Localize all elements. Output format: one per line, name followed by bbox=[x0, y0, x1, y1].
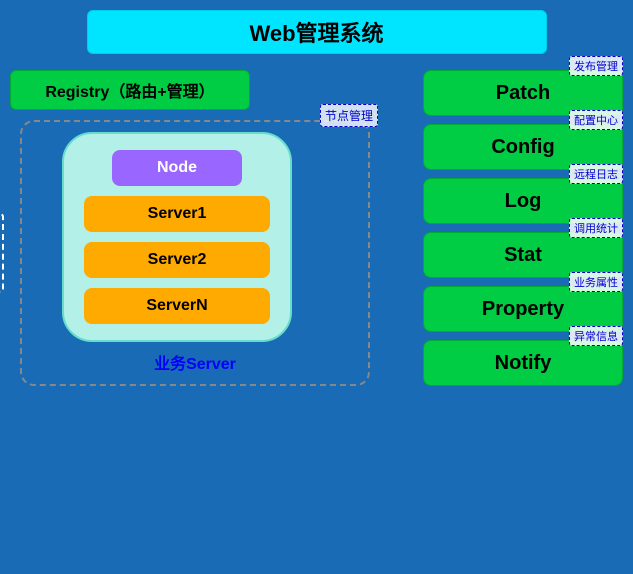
right-item-notify: 异常信息 Notify bbox=[423, 340, 623, 386]
serverN-box: ServerN bbox=[84, 288, 270, 324]
dashed-outer-box: 节点管理 Node Server1 Server2 ServerN bbox=[20, 120, 370, 386]
stat-tag: 调用统计 bbox=[569, 218, 623, 238]
cyan-container: Node Server1 Server2 ServerN bbox=[62, 132, 292, 342]
server2-box: Server2 bbox=[84, 242, 270, 278]
notify-box: Notify bbox=[423, 340, 623, 386]
node-mgmt-label: 节点管理 bbox=[320, 104, 378, 127]
notify-tag: 异常信息 bbox=[569, 326, 623, 346]
patch-tag: 发布管理 bbox=[569, 56, 623, 76]
right-section: 发布管理 Patch 配置中心 Config 远程日志 Log 调用统 bbox=[423, 70, 623, 394]
registry-label: Registry（路由+管理） bbox=[45, 78, 214, 102]
config-tag: 配置中心 bbox=[569, 110, 623, 130]
server1-box: Server1 bbox=[84, 196, 270, 232]
log-tag: 远程日志 bbox=[569, 164, 623, 184]
property-tag: 业务属性 bbox=[569, 272, 623, 292]
registry-box: Registry（路由+管理） bbox=[10, 70, 250, 110]
title-bar: Web管理系统 bbox=[87, 10, 547, 54]
main-container: Web管理系统 Registry（路由+管理） 应用节点 节点管理 Node bbox=[10, 10, 623, 554]
page-title: Web管理系统 bbox=[249, 16, 383, 48]
left-section: Registry（路由+管理） 应用节点 节点管理 Node Server1 bbox=[10, 70, 370, 386]
biz-server-label: 业务Server bbox=[32, 350, 358, 374]
node-box: Node bbox=[112, 150, 242, 186]
app-node-label: 应用节点 bbox=[0, 213, 4, 293]
